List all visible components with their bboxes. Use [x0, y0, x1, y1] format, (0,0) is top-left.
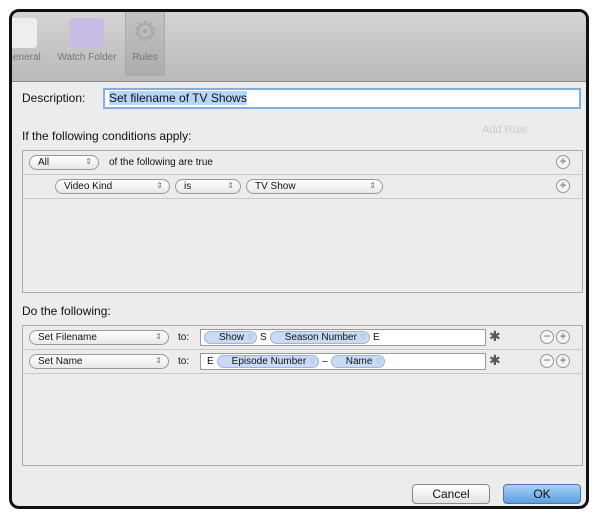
- gear-icon: ⚙: [132, 16, 158, 47]
- to-label: to:: [178, 332, 190, 343]
- cancel-button[interactable]: Cancel: [412, 484, 490, 504]
- description-input[interactable]: Set filename of TV Shows: [103, 88, 581, 109]
- literal-text: E: [207, 356, 214, 367]
- action-row: Set Name ⇕ to: E Episode Number ▽ – Name ▽ ✱ −…: [23, 350, 582, 374]
- condition-row: Video Kind ⇕ is ⇕ TV Show ⇕ +: [23, 175, 582, 199]
- actions-heading: Do the following:: [22, 304, 111, 318]
- filename-format-field[interactable]: Show ▽ S Season Number ▽ E: [200, 329, 486, 346]
- conditions-heading: If the following conditions apply:: [22, 129, 192, 143]
- chevron-down-icon[interactable]: ▽: [361, 332, 366, 343]
- chevron-down-icon[interactable]: ▽: [310, 356, 315, 367]
- action-popup[interactable]: Set Name ⇕: [29, 354, 169, 369]
- conditions-box: All ⇕ of the following are true + Video K…: [22, 150, 583, 293]
- add-rule-button-background: Add Rule: [482, 124, 528, 136]
- add-condition-icon[interactable]: +: [556, 155, 570, 169]
- match-popup[interactable]: All ⇕: [29, 155, 99, 170]
- remove-action-icon[interactable]: −: [540, 354, 554, 368]
- tab-rules[interactable]: ⚙ Rules: [125, 12, 165, 76]
- remove-action-icon[interactable]: −: [540, 330, 554, 344]
- switch-icon: [12, 18, 37, 48]
- literal-text: S: [260, 332, 267, 343]
- description-label: Description:: [22, 91, 86, 105]
- chevron-down-icon[interactable]: ▽: [248, 332, 253, 343]
- token-season-number[interactable]: Season Number ▽: [269, 331, 370, 344]
- action-popup[interactable]: Set Filename ⇕: [29, 330, 169, 345]
- folder-icon: [70, 18, 104, 48]
- literal-text: –: [322, 356, 328, 367]
- match-suffix: of the following are true: [109, 157, 213, 168]
- add-action-icon[interactable]: +: [556, 330, 570, 344]
- rule-editor-window: General Watch Folder ⚙ Rules Add Rule De…: [9, 9, 589, 509]
- chevron-down-icon[interactable]: ▽: [376, 356, 381, 367]
- tab-watch-folder[interactable]: Watch Folder: [54, 18, 120, 63]
- operator-popup[interactable]: is ⇕: [175, 179, 241, 194]
- name-format-field[interactable]: E Episode Number ▽ – Name ▽: [200, 353, 486, 370]
- to-label: to:: [178, 356, 190, 367]
- token-name[interactable]: Name ▽: [330, 355, 386, 368]
- gear-icon[interactable]: ✱: [489, 352, 501, 369]
- literal-text: E: [372, 332, 380, 343]
- token-episode-number[interactable]: Episode Number ▽: [216, 355, 320, 368]
- condition-match-row: All ⇕ of the following are true +: [23, 151, 582, 175]
- ok-button[interactable]: OK: [503, 484, 581, 504]
- add-action-icon[interactable]: +: [556, 354, 570, 368]
- toolbar: General Watch Folder ⚙ Rules: [12, 12, 586, 82]
- gear-icon[interactable]: ✱: [489, 328, 501, 345]
- value-popup[interactable]: TV Show ⇕: [246, 179, 383, 194]
- field-popup[interactable]: Video Kind ⇕: [55, 179, 170, 194]
- tab-general[interactable]: General: [12, 18, 48, 63]
- action-row: Set Filename ⇕ to: Show ▽ S Season Number ▽ E …: [23, 326, 582, 350]
- add-condition-icon[interactable]: +: [556, 179, 570, 193]
- token-show[interactable]: Show ▽: [204, 331, 258, 344]
- actions-box: Set Filename ⇕ to: Show ▽ S Season Number ▽ E …: [22, 325, 583, 466]
